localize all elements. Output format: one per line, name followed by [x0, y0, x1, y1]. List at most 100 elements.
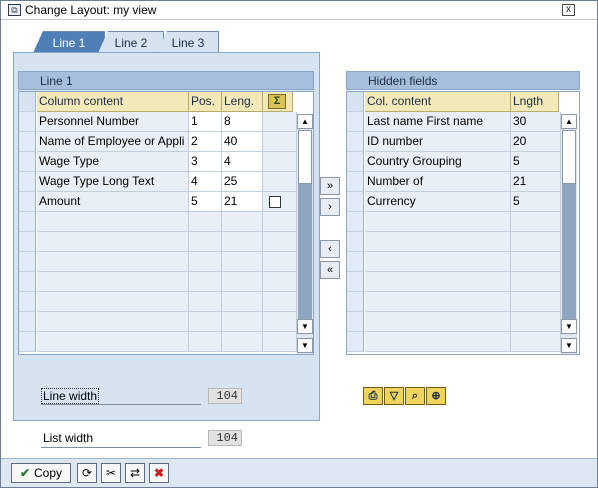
position-cell[interactable]: 4 — [189, 172, 222, 192]
sum-cell[interactable] — [263, 132, 297, 152]
scroll-down-step-button[interactable]: ▼ — [561, 319, 577, 334]
row-selector[interactable] — [19, 152, 36, 172]
position-cell[interactable]: 5 — [189, 192, 222, 212]
tab-line-3[interactable]: Line 3 — [157, 31, 219, 53]
scroll-up-button[interactable]: ▲ — [561, 114, 577, 129]
find-next-icon[interactable]: ⊕ — [426, 387, 446, 405]
row-selector[interactable] — [347, 172, 364, 192]
sum-cell[interactable] — [263, 112, 297, 132]
left-grid-scrollbar[interactable]: ▲ ▼ ▼ — [297, 114, 313, 354]
select-all-cell[interactable] — [19, 92, 36, 112]
hidden-select-all-cell[interactable] — [347, 92, 364, 112]
row-selector[interactable] — [347, 332, 364, 352]
window-title: Change Layout: my view — [25, 3, 157, 17]
length-cell[interactable]: 40 — [222, 132, 263, 152]
row-selector[interactable] — [19, 232, 36, 252]
move-all-right-button[interactable]: » — [320, 177, 340, 195]
close-button[interactable]: x — [562, 4, 575, 16]
scroll-down-button[interactable]: ▼ — [561, 338, 577, 353]
row-selector[interactable] — [19, 172, 36, 192]
table-row[interactable] — [347, 232, 561, 252]
table-row[interactable] — [347, 332, 561, 352]
column-header-sum[interactable]: Σ — [263, 92, 293, 112]
column-header-lngth[interactable]: Lngth — [511, 92, 559, 112]
table-row[interactable] — [347, 292, 561, 312]
table-row[interactable]: Number of 21 — [347, 172, 561, 192]
table-row[interactable] — [19, 292, 297, 312]
length-cell[interactable]: 8 — [222, 112, 263, 132]
position-cell[interactable]: 1 — [189, 112, 222, 132]
row-selector[interactable] — [347, 192, 364, 212]
table-row[interactable]: Name of Employee or Appli 2 40 — [19, 132, 297, 152]
row-selector[interactable] — [347, 212, 364, 232]
row-selector[interactable] — [347, 292, 364, 312]
copy-button[interactable]: ✔ Copy — [11, 463, 71, 483]
row-selector[interactable] — [347, 232, 364, 252]
length-cell[interactable]: 4 — [222, 152, 263, 172]
row-selector[interactable] — [347, 132, 364, 152]
column-header-content[interactable]: Column content — [37, 92, 189, 112]
table-row[interactable] — [347, 252, 561, 272]
cut-icon[interactable]: ✂ — [101, 463, 121, 483]
table-row[interactable]: Personnel Number 1 8 — [19, 112, 297, 132]
right-grid-scrollbar[interactable]: ▲ ▼ ▼ — [561, 114, 577, 354]
table-row[interactable]: Currency 5 — [347, 192, 561, 212]
row-selector[interactable] — [19, 292, 36, 312]
sum-cell[interactable] — [263, 172, 297, 192]
row-selector[interactable] — [19, 272, 36, 292]
scroll-thumb[interactable] — [562, 130, 576, 184]
column-header-pos[interactable]: Pos. — [189, 92, 222, 112]
row-selector[interactable] — [19, 112, 36, 132]
row-selector[interactable] — [19, 252, 36, 272]
column-header-length[interactable]: Leng. — [222, 92, 263, 112]
table-row[interactable] — [19, 212, 297, 232]
scroll-down-step-button[interactable]: ▼ — [297, 319, 313, 334]
sum-cell[interactable] — [263, 152, 297, 172]
find-icon[interactable]: ⌕ — [405, 387, 425, 405]
table-row[interactable]: Last name First name 30 — [347, 112, 561, 132]
table-row[interactable]: Wage Type 3 4 — [19, 152, 297, 172]
table-row[interactable]: Wage Type Long Text 4 25 — [19, 172, 297, 192]
move-right-button[interactable]: › — [320, 198, 340, 216]
row-selector[interactable] — [19, 312, 36, 332]
row-selector[interactable] — [19, 192, 36, 212]
table-row[interactable] — [347, 312, 561, 332]
table-row[interactable]: Amount 5 21 — [19, 192, 297, 212]
cancel-icon[interactable]: ✖ — [149, 463, 169, 483]
length-cell[interactable]: 25 — [222, 172, 263, 192]
table-row[interactable] — [347, 212, 561, 232]
filter-icon[interactable]: ▽ — [384, 387, 404, 405]
refresh-icon[interactable]: ⟳ — [77, 463, 97, 483]
move-left-button[interactable]: ‹ — [320, 240, 340, 258]
transfer-icon[interactable]: ⇄ — [125, 463, 145, 483]
table-row[interactable]: ID number 20 — [347, 132, 561, 152]
position-cell[interactable]: 2 — [189, 132, 222, 152]
scroll-thumb[interactable] — [298, 130, 312, 184]
tab-line-2[interactable]: Line 2 — [98, 31, 164, 53]
sum-cell[interactable] — [263, 192, 297, 212]
position-cell[interactable]: 3 — [189, 152, 222, 172]
row-selector[interactable] — [347, 252, 364, 272]
table-row[interactable] — [19, 272, 297, 292]
column-header-col-content[interactable]: Col. content — [365, 92, 511, 112]
row-selector[interactable] — [347, 312, 364, 332]
table-row[interactable] — [19, 232, 297, 252]
row-selector[interactable] — [347, 272, 364, 292]
table-row[interactable] — [19, 312, 297, 332]
table-row[interactable] — [19, 252, 297, 272]
scroll-down-button[interactable]: ▼ — [297, 338, 313, 353]
sum-checkbox[interactable] — [269, 196, 281, 208]
row-selector[interactable] — [347, 112, 364, 132]
table-row[interactable] — [347, 272, 561, 292]
move-all-left-button[interactable]: « — [320, 261, 340, 279]
row-selector[interactable] — [19, 212, 36, 232]
tab-line-1[interactable]: Line 1 — [33, 31, 105, 53]
table-row[interactable] — [19, 332, 297, 352]
row-selector[interactable] — [19, 132, 36, 152]
length-cell[interactable]: 21 — [222, 192, 263, 212]
scroll-up-button[interactable]: ▲ — [297, 114, 313, 129]
table-row[interactable]: Country Grouping 5 — [347, 152, 561, 172]
print-icon[interactable]: ⎙ — [363, 387, 383, 405]
row-selector[interactable] — [19, 332, 36, 352]
row-selector[interactable] — [347, 152, 364, 172]
